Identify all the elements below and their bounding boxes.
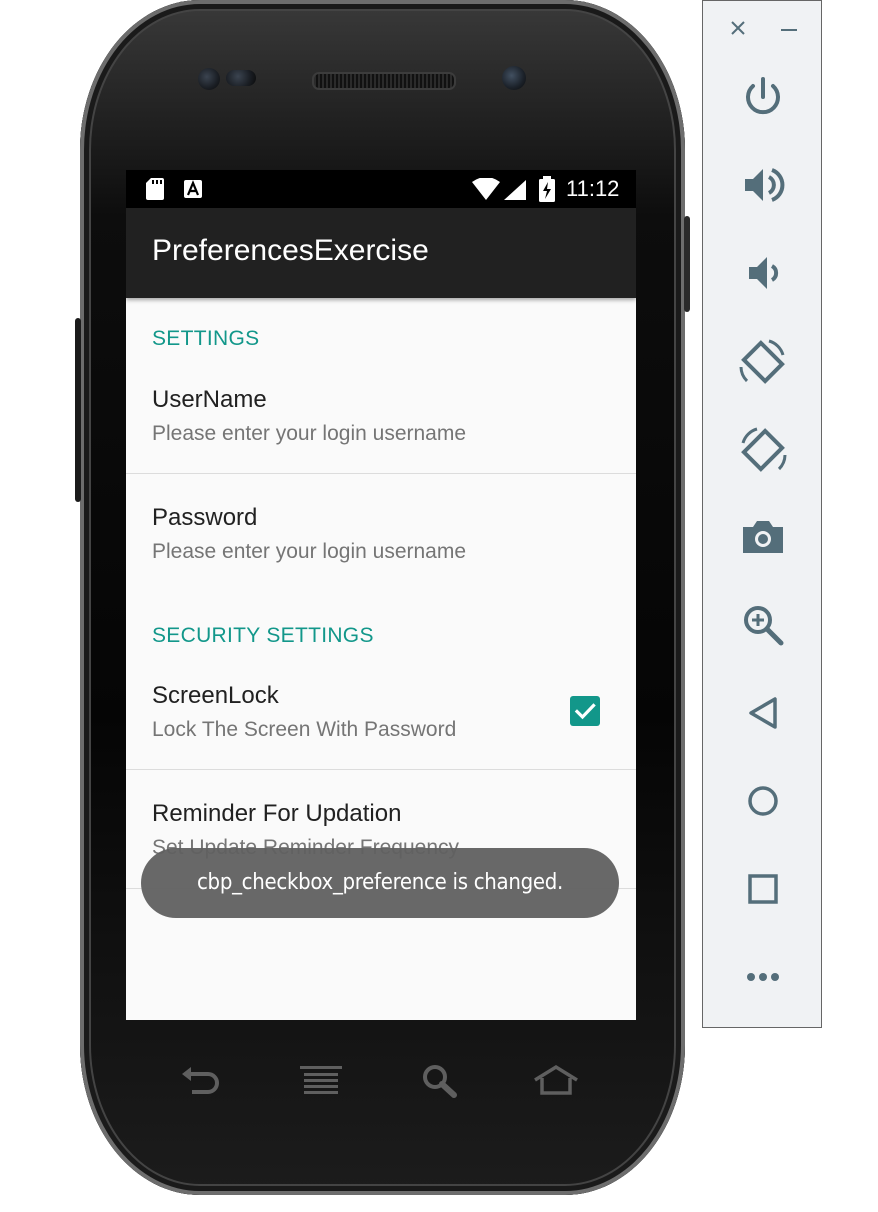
phone-side-button — [75, 318, 81, 502]
signal-icon — [504, 180, 526, 200]
zoom-icon[interactable] — [739, 601, 787, 649]
search-icon[interactable] — [422, 1064, 458, 1098]
power-icon[interactable] — [739, 73, 787, 121]
home-icon[interactable] — [532, 1064, 580, 1096]
wifi-icon — [472, 178, 500, 200]
volume-up-icon[interactable] — [739, 161, 787, 209]
pref-summary: Lock The Screen With Password — [152, 718, 457, 741]
pref-password[interactable]: Password Please enter your login usernam… — [126, 474, 636, 594]
overview-square-icon[interactable] — [739, 865, 787, 913]
close-icon[interactable] — [729, 19, 747, 37]
camera-icon[interactable] — [739, 513, 787, 561]
proximity-sensor — [226, 70, 256, 86]
phone-right-button — [684, 216, 690, 312]
pref-summary: Please enter your login username — [152, 540, 467, 563]
battery-charging-icon — [539, 176, 555, 202]
screenlock-checkbox[interactable] — [570, 696, 600, 726]
more-icon[interactable] — [739, 953, 787, 1001]
emulator-toolbar — [702, 0, 822, 1028]
status-clock: 11:12 — [566, 176, 620, 201]
back-icon[interactable] — [180, 1064, 222, 1098]
check-icon — [574, 703, 596, 720]
pref-title: UserName — [152, 386, 267, 413]
home-circle-icon[interactable] — [739, 777, 787, 825]
a-notification-icon — [184, 180, 202, 198]
minimize-icon[interactable] — [781, 29, 797, 31]
pref-title: Reminder For Updation — [152, 800, 402, 827]
app-title: PreferencesExercise — [152, 234, 429, 267]
back-triangle-icon[interactable] — [739, 689, 787, 737]
device-screen: 11:12 PreferencesExercise SETTINGS UserN… — [126, 170, 636, 1020]
sd-card-icon — [146, 178, 164, 200]
front-camera — [502, 66, 526, 90]
app-bar: PreferencesExercise — [126, 208, 636, 298]
rotate-right-icon[interactable] — [739, 425, 787, 473]
toast-message: cbp_checkbox_preference is changed. — [141, 848, 619, 918]
pref-title: ScreenLock — [152, 682, 279, 709]
pref-screenlock[interactable]: ScreenLock Lock The Screen With Password — [126, 662, 636, 770]
section-header-security: SECURITY SETTINGS — [152, 624, 374, 647]
pref-title: Password — [152, 504, 258, 531]
section-header-settings: SETTINGS — [152, 327, 260, 350]
front-sensor — [198, 68, 220, 90]
pref-username[interactable]: UserName Please enter your login usernam… — [126, 366, 636, 474]
rotate-left-icon[interactable] — [739, 337, 787, 385]
pref-summary: Please enter your login username — [152, 422, 467, 445]
menu-icon[interactable] — [300, 1066, 342, 1094]
status-bar: 11:12 — [126, 170, 636, 208]
earpiece-speaker — [312, 72, 456, 90]
volume-down-icon[interactable] — [739, 249, 787, 297]
